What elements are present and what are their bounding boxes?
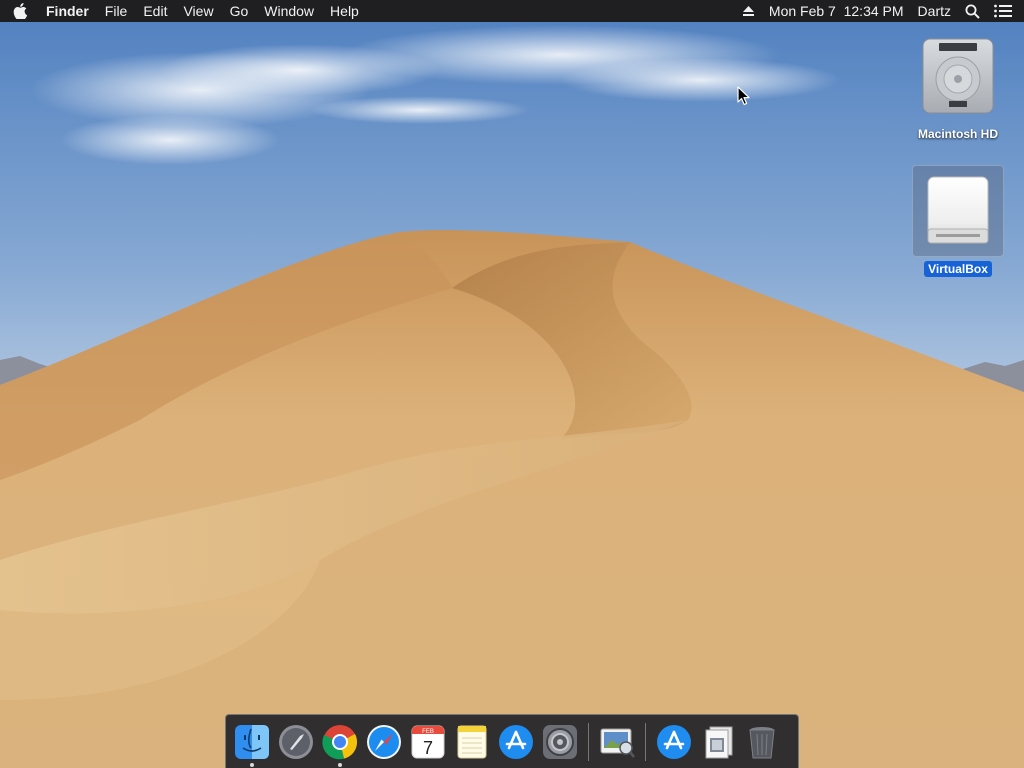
- calendar-icon: FEB 7: [411, 725, 445, 758]
- eject-icon[interactable]: [742, 0, 755, 22]
- desktop-icon-virtualbox[interactable]: VirtualBox: [910, 165, 1006, 277]
- mouse-pointer-icon: [737, 86, 750, 106]
- dock-item-documents[interactable]: [696, 716, 740, 768]
- dock-separator: [645, 722, 646, 761]
- menu-bar: Finder File Edit View Go Window Help Mon…: [0, 0, 1024, 22]
- notes-icon: [457, 725, 487, 758]
- running-indicator: [338, 762, 342, 767]
- system-preferences-icon: [543, 724, 577, 759]
- app-store-icon: [499, 724, 533, 759]
- hard-drive-icon: [912, 30, 1004, 122]
- applications-folder-icon: [657, 724, 691, 759]
- dock-item-safari[interactable]: [362, 716, 406, 768]
- menu-app-name[interactable]: Finder: [40, 0, 97, 22]
- dock-item-preview[interactable]: [595, 716, 639, 768]
- dock-item-launchpad[interactable]: [274, 716, 318, 768]
- dock-item-calendar[interactable]: FEB 7: [406, 716, 450, 768]
- dock-item-finder[interactable]: [230, 716, 274, 768]
- external-disk-icon: [912, 165, 1004, 257]
- calendar-day: 7: [423, 738, 433, 758]
- menu-file[interactable]: File: [97, 0, 136, 22]
- finder-icon: [235, 724, 269, 759]
- desktop-icon-label: Macintosh HD: [917, 127, 998, 141]
- apple-logo-icon[interactable]: [0, 0, 40, 22]
- menu-view[interactable]: View: [175, 0, 221, 22]
- chrome-icon: [322, 724, 358, 759]
- menu-user[interactable]: Dartz: [918, 0, 951, 22]
- dock-separator: [588, 722, 589, 761]
- calendar-month: FEB: [422, 729, 434, 735]
- notification-center-icon[interactable]: [994, 0, 1012, 22]
- running-indicator: [250, 762, 254, 767]
- menu-help[interactable]: Help: [322, 0, 367, 22]
- menu-bar-status: Mon Feb 7 12:34 PM Dartz: [728, 0, 1024, 22]
- documents-stack-icon: [705, 726, 733, 758]
- dock: FEB 7: [225, 714, 799, 768]
- desktop-icon-label: VirtualBox: [924, 261, 992, 277]
- safari-icon: [367, 724, 401, 759]
- menu-edit[interactable]: Edit: [135, 0, 175, 22]
- menu-window[interactable]: Window: [256, 0, 322, 22]
- dock-item-app-store[interactable]: [494, 716, 538, 768]
- desktop-wallpaper: [0, 0, 1024, 768]
- menu-go[interactable]: Go: [222, 0, 257, 22]
- trash-icon: [749, 726, 775, 758]
- launchpad-icon: [279, 724, 313, 759]
- spotlight-search-icon[interactable]: [965, 0, 980, 22]
- dock-item-system-preferences[interactable]: [538, 716, 582, 768]
- dock-item-chrome[interactable]: [318, 716, 362, 768]
- dock-item-trash[interactable]: [740, 716, 784, 768]
- menu-clock[interactable]: Mon Feb 7 12:34 PM: [769, 0, 904, 22]
- menu-bar-left: Finder File Edit View Go Window Help: [0, 0, 367, 22]
- dock-item-notes[interactable]: [450, 716, 494, 768]
- desktop-icon-macintosh-hd[interactable]: Macintosh HD: [910, 30, 1006, 142]
- preview-icon: [600, 728, 635, 758]
- dock-item-applications[interactable]: [652, 716, 696, 768]
